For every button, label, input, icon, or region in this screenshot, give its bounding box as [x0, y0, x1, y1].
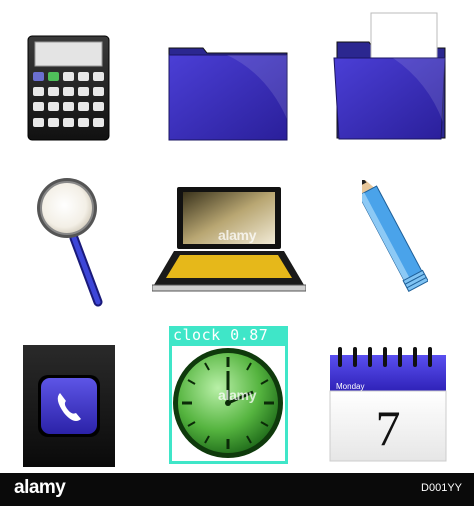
watermark-footer: alamy D001YY — [0, 473, 474, 506]
magnifier-icon — [36, 176, 106, 310]
image-id: D001YY — [421, 482, 462, 494]
calendar-icon: Monday 7 — [328, 345, 448, 463]
calendar-month-label: Monday — [336, 382, 364, 391]
watermark-text: alamy — [218, 227, 257, 243]
brand-logo: alamy — [14, 477, 66, 498]
calendar-day-number: 7 — [376, 400, 401, 456]
pencil-icon — [362, 180, 428, 304]
open-folder-icon — [333, 12, 447, 142]
calculator-icon — [27, 35, 111, 141]
detection-box — [169, 343, 288, 464]
watermark-text: alamy — [218, 387, 257, 403]
folder-icon — [167, 44, 289, 142]
detection-label: clock 0.87 — [169, 326, 288, 344]
phone-app-icon — [23, 345, 115, 467]
